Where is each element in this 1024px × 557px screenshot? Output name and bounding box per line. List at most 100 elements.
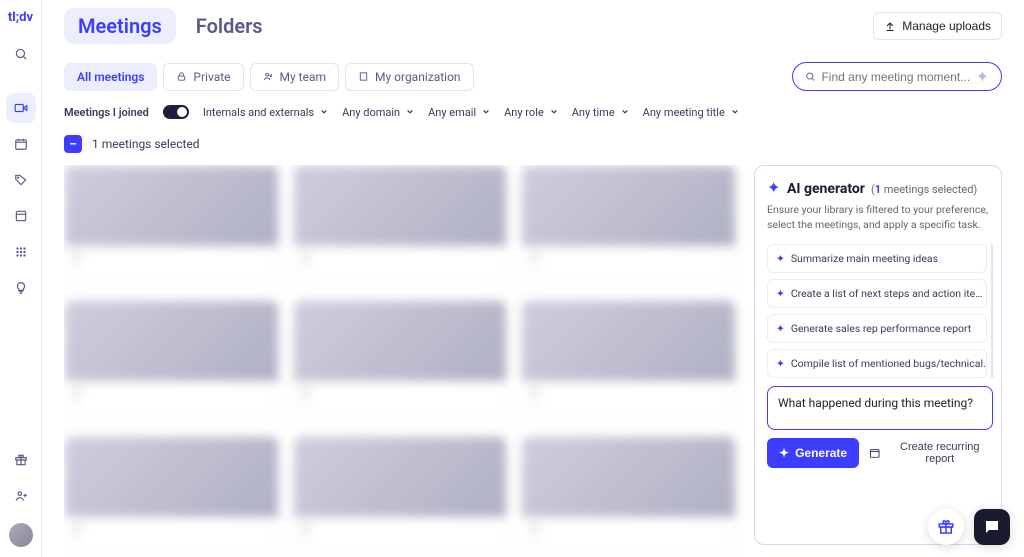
filter-email[interactable]: Any email xyxy=(428,106,490,119)
sparkle-icon: ✦ xyxy=(779,446,789,460)
user-avatar[interactable] xyxy=(9,523,33,547)
meeting-thumbnail xyxy=(522,166,735,246)
meeting-card[interactable]: —— xyxy=(293,300,508,420)
scope-team[interactable]: My team xyxy=(250,63,339,91)
meeting-card-sub: — xyxy=(73,398,270,409)
meeting-grid: —————————————————— xyxy=(64,165,736,557)
meeting-card-sub: — xyxy=(530,534,727,545)
search-input[interactable] xyxy=(821,70,969,84)
meeting-card[interactable]: —— xyxy=(64,300,279,420)
ai-suggestion-text: Compile list of mentioned bugs/technical… xyxy=(791,357,987,370)
scope-private[interactable]: Private xyxy=(163,63,243,91)
rail-bookmarks-button[interactable] xyxy=(6,201,36,231)
meeting-thumbnail xyxy=(294,166,507,246)
ai-panel-desc: Ensure your library is filtered to your … xyxy=(767,203,993,232)
tab-meetings[interactable]: Meetings xyxy=(64,8,176,44)
scope-team-label: My team xyxy=(280,70,326,84)
meeting-card-sub: — xyxy=(302,398,499,409)
joined-toggle[interactable] xyxy=(163,105,189,119)
scope-all[interactable]: All meetings xyxy=(64,63,157,91)
rail-gift-button[interactable] xyxy=(6,445,36,475)
ai-suggestion-text: Summarize main meeting ideas xyxy=(791,252,938,265)
meeting-card-title: — xyxy=(530,385,727,398)
meeting-card-title: — xyxy=(73,250,270,263)
rail-tags-button[interactable] xyxy=(6,165,36,195)
filter-internals[interactable]: Internals and externals xyxy=(203,106,328,119)
sparkle-icon: ✦ xyxy=(776,357,785,370)
meeting-card[interactable]: —— xyxy=(521,300,736,420)
create-recurring-button[interactable]: Create recurring report xyxy=(869,441,993,465)
filter-role[interactable]: Any role xyxy=(504,106,558,119)
rail-calendar-button[interactable] xyxy=(6,129,36,159)
manage-uploads-button[interactable]: Manage uploads xyxy=(873,12,1002,40)
meeting-card[interactable]: —— xyxy=(64,436,279,556)
ai-selection-count: (1 meetings selected) xyxy=(871,183,977,196)
ai-panel-title: AI generator xyxy=(787,181,865,197)
lock-icon xyxy=(176,71,187,82)
rail-invite-button[interactable] xyxy=(6,481,36,511)
generate-label: Generate xyxy=(795,446,847,460)
meeting-card[interactable]: —— xyxy=(521,436,736,556)
selection-checkbox-indeterminate[interactable]: – xyxy=(64,135,82,153)
ai-prompt-input[interactable]: What happened during this meeting? xyxy=(767,386,993,430)
tag-icon xyxy=(14,173,28,187)
scope-private-label: Private xyxy=(193,70,230,84)
ai-suggestion[interactable]: ✦Create a list of next steps and action … xyxy=(767,279,987,308)
meeting-thumbnail xyxy=(522,301,735,381)
search-icon xyxy=(14,47,28,61)
meeting-thumbnail xyxy=(65,166,278,246)
filter-time[interactable]: Any time xyxy=(572,106,629,119)
selection-count: 1 meetings selected xyxy=(92,137,200,151)
meeting-card[interactable]: —— xyxy=(64,165,279,285)
search-box[interactable]: ✦ xyxy=(792,62,1002,91)
meeting-card-title: — xyxy=(302,250,499,263)
ai-suggestion[interactable]: ✦ Generate sales rep performance report xyxy=(767,314,987,343)
scope-org-label: My organization xyxy=(375,70,461,84)
tab-folders[interactable]: Folders xyxy=(182,8,277,44)
meeting-card-sub: — xyxy=(73,263,270,274)
grid-icon xyxy=(14,245,28,259)
rail-search-button[interactable] xyxy=(6,39,36,69)
meeting-card-title: — xyxy=(530,250,727,263)
filter-title[interactable]: Any meeting title xyxy=(643,106,739,119)
meeting-card-sub: — xyxy=(530,398,727,409)
gift-icon xyxy=(937,518,955,536)
rail-tips-button[interactable] xyxy=(6,273,36,303)
calendar-icon xyxy=(14,137,28,151)
generate-button[interactable]: ✦ Generate xyxy=(767,438,859,468)
person-add-icon xyxy=(14,489,28,503)
scope-tabs: All meetings Private My team My organiza… xyxy=(64,63,474,91)
bookmark-icon xyxy=(14,209,28,223)
joined-label: Meetings I joined xyxy=(64,106,149,119)
chevron-down-icon xyxy=(550,108,558,116)
meeting-card[interactable]: —— xyxy=(293,436,508,556)
rail-meetings-button[interactable] xyxy=(6,93,36,123)
meeting-thumbnail xyxy=(65,437,278,517)
meeting-thumbnail xyxy=(294,301,507,381)
selection-row: – 1 meetings selected xyxy=(64,135,1002,153)
gift-fab[interactable] xyxy=(928,509,964,545)
meeting-card-title: — xyxy=(73,385,270,398)
chevron-down-icon xyxy=(482,108,490,116)
left-rail: tl;dv xyxy=(0,0,42,557)
ai-suggestion-text: Generate sales rep performance report xyxy=(791,322,971,335)
brand-logo: tl;dv xyxy=(8,10,33,25)
scope-org[interactable]: My organization xyxy=(345,63,474,91)
ai-suggestion[interactable]: ✦ Compile list of mentioned bugs/technica… xyxy=(767,349,987,378)
meeting-thumbnail xyxy=(65,301,278,381)
chevron-down-icon xyxy=(621,108,629,116)
people-icon xyxy=(263,71,274,82)
video-icon xyxy=(14,101,28,115)
meeting-card-sub: — xyxy=(302,263,499,274)
chat-fab[interactable] xyxy=(974,509,1010,545)
sparkle-icon: ✦ xyxy=(776,252,785,265)
rail-apps-button[interactable] xyxy=(6,237,36,267)
meeting-card[interactable]: —— xyxy=(521,165,736,285)
filter-domain[interactable]: Any domain xyxy=(342,106,414,119)
sparkle-icon: ✦ xyxy=(776,322,785,335)
ai-suggestion[interactable]: ✦ Summarize main meeting ideas xyxy=(767,244,987,273)
building-icon xyxy=(358,71,369,82)
meeting-card[interactable]: —— xyxy=(293,165,508,285)
chevron-down-icon xyxy=(731,108,739,116)
meeting-card-title: — xyxy=(302,385,499,398)
